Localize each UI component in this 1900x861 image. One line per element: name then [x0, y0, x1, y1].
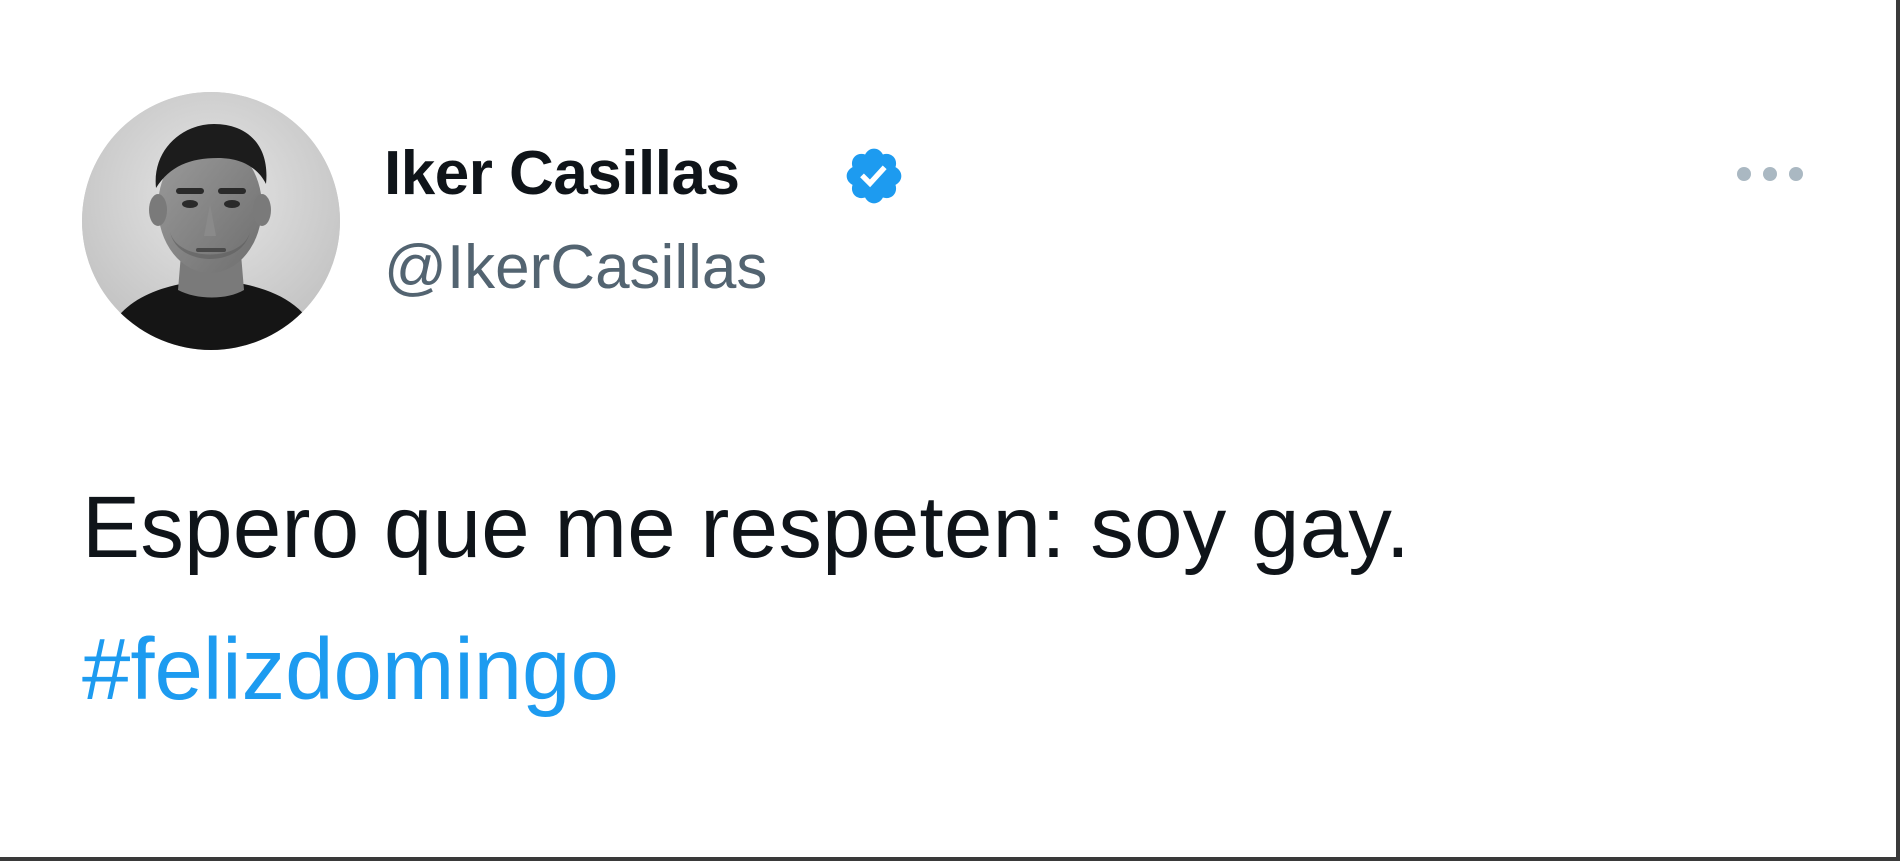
more-horizontal-icon: [1737, 167, 1803, 181]
tweet-text: Espero que me respeten: soy gay.: [82, 479, 1411, 576]
frame-edge-bottom: [0, 857, 1900, 861]
tweet-card: Iker Casillas @IkerCasillas Espero que m…: [0, 0, 1896, 857]
hashtag-link[interactable]: #felizdomingo: [82, 620, 619, 720]
frame-edge-right: [1896, 0, 1900, 861]
author-display-name[interactable]: Iker Casillas: [384, 138, 740, 210]
author-handle[interactable]: @IkerCasillas: [384, 232, 767, 304]
verified-badge-icon: [842, 144, 906, 208]
author-avatar[interactable]: [82, 92, 340, 350]
avatar-photo: [82, 92, 340, 350]
more-options-button[interactable]: [1728, 150, 1812, 198]
